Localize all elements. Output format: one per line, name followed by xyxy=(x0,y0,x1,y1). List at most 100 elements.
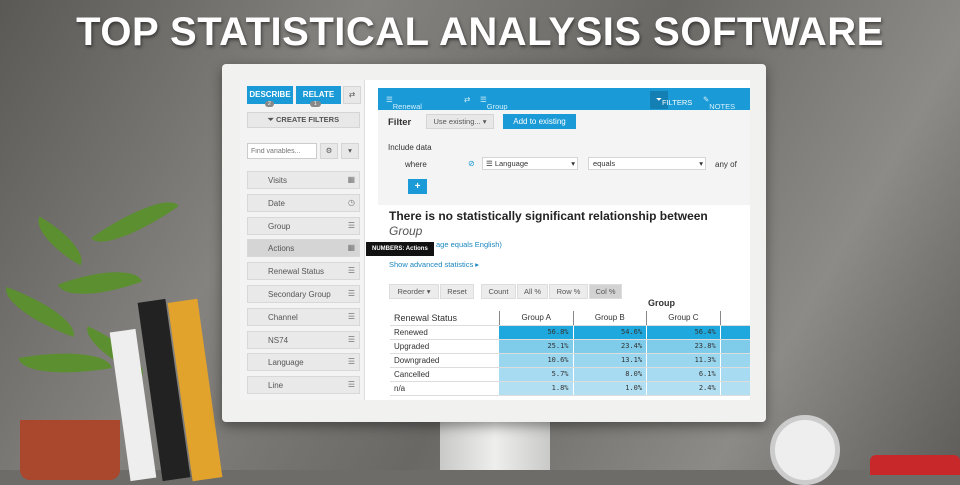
variable-item[interactable]: Actions ▦ xyxy=(247,239,360,258)
operator-select-value: equals xyxy=(593,159,616,168)
variable-item[interactable]: Secondary Group ☰ xyxy=(247,285,360,303)
operator-select[interactable]: equals ▾ xyxy=(588,157,706,170)
row-variable-chip[interactable]: ☰ Renewal Status xyxy=(386,95,422,120)
add-to-existing-button[interactable]: Add to existing xyxy=(503,114,576,129)
toolbar-button-col[interactable]: Col % xyxy=(589,284,622,299)
categorical-icon: ☰ xyxy=(347,266,355,276)
toolbar-button-row[interactable]: Row % xyxy=(549,284,588,299)
row-header[interactable]: Renewal Status xyxy=(390,311,500,326)
toolbar-button-reorder[interactable]: Reorder ▾ xyxy=(389,284,439,299)
variable-label: Date xyxy=(268,198,285,208)
toolbar-button-count[interactable]: Count xyxy=(481,284,516,299)
advanced-link-label: Show advanced statistics xyxy=(389,260,474,269)
variable-label: Renewal Status xyxy=(268,267,325,277)
column-header[interactable]: Group B xyxy=(572,311,648,326)
variable-select-value: Language xyxy=(494,159,529,168)
cell-value: 6.1% xyxy=(646,367,721,382)
create-filters-button[interactable]: ⏷ CREATE FILTERS xyxy=(247,112,360,128)
table-row: n/a 1.8% 1.0% 2.4% xyxy=(390,381,750,396)
numeric-icon: ▦ xyxy=(347,243,355,253)
dropdown-chevron-icon[interactable]: ▾ xyxy=(341,143,359,159)
alarm-clock xyxy=(770,415,840,485)
settings-gear-icon[interactable]: ⚙ xyxy=(320,143,338,159)
variable-label: NS74 xyxy=(268,335,289,345)
filters-tab[interactable]: ⏷ FILTERS xyxy=(650,91,692,109)
numeric-icon: ▦ xyxy=(347,175,355,184)
categorical-icon: ☰ xyxy=(347,289,355,298)
cell-value: 54.6% xyxy=(573,325,648,340)
filter-summary-text: age equals English) xyxy=(436,240,502,249)
cell-value: 25.1% xyxy=(499,339,574,354)
result-heading: There is no statistically significant re… xyxy=(389,209,708,223)
add-condition-button[interactable]: + xyxy=(408,179,427,194)
describe-badge: 2 xyxy=(265,101,274,107)
variable-label: Actions xyxy=(268,244,295,254)
variable-item[interactable]: Language ☰ xyxy=(247,353,360,372)
swap-axes-icon[interactable]: ⇄ xyxy=(464,95,470,104)
toolbar-button-all[interactable]: All % xyxy=(517,284,548,299)
filter-label: Filter xyxy=(388,117,412,128)
result-heading-variable: Group xyxy=(389,224,423,238)
banner-title: TOP STATISTICAL ANALYSIS SOFTWARE xyxy=(76,10,884,54)
variable-item[interactable]: Visits ▦ xyxy=(247,171,360,189)
any-of-label: any of xyxy=(715,160,737,169)
cell-value: 1.0% xyxy=(573,381,648,396)
variable-item[interactable]: Renewal Status ☰ xyxy=(247,262,360,281)
table-row: Cancelled 5.7% 8.0% 6.1% xyxy=(390,367,750,382)
cell-value: 2.4% xyxy=(646,381,721,396)
select-chevron-icon: ▾ xyxy=(699,159,703,168)
categorical-icon: ☰ xyxy=(347,357,355,367)
cell-value: 56.8% xyxy=(499,325,574,340)
column-variable-chip[interactable]: ☰ Group xyxy=(480,95,508,111)
variable-item[interactable]: Line ☰ xyxy=(247,376,360,395)
column-header[interactable]: Group A xyxy=(498,311,574,326)
cell-value: 10.6% xyxy=(499,353,574,368)
filters-label: FILTERS xyxy=(662,98,693,107)
variable-item[interactable]: NS74 ☰ xyxy=(247,330,360,349)
use-existing-label: Use existing... xyxy=(433,117,481,126)
find-variables-input[interactable] xyxy=(247,143,317,159)
variable-item[interactable]: Date ◷ xyxy=(247,193,360,212)
variable-item[interactable]: Channel ☰ xyxy=(247,307,360,326)
row-label: n/a xyxy=(390,381,500,396)
variable-label: Visits xyxy=(268,176,287,185)
variable-label: Language xyxy=(268,358,304,368)
show-advanced-statistics-link[interactable]: Show advanced statistics ▸ xyxy=(389,260,479,269)
monitor-stand xyxy=(440,422,550,470)
categorical-icon: ☰ xyxy=(347,220,355,230)
red-cup xyxy=(870,455,960,475)
variable-label: Line xyxy=(268,381,284,391)
toolbar-button-reset[interactable]: Reset xyxy=(440,284,474,299)
variable-item[interactable]: Group ☰ xyxy=(247,216,360,235)
cell-value: 56.4% xyxy=(646,325,721,340)
table-header-row: Renewal Status Group A Group B Group C xyxy=(390,311,750,326)
categorical-icon: ☰ xyxy=(347,334,355,344)
categorical-icon: ☰ xyxy=(347,380,355,390)
cell-value: 23.8% xyxy=(646,339,721,354)
swap-icon[interactable]: ⇄ xyxy=(343,86,361,104)
clock-icon: ◷ xyxy=(348,197,355,207)
filter-icon: ⏷ xyxy=(267,115,277,124)
variable-label: Secondary Group xyxy=(268,290,331,299)
app-screen: DESCRIBE 2 RELATE 1 ⇄ ⏷ CREATE FILTERS ⚙… xyxy=(240,80,750,400)
cell-value: 23.4% xyxy=(573,339,648,354)
check-circle-icon: ⊘ xyxy=(468,159,475,168)
notes-tab[interactable]: ✎ NOTES xyxy=(703,95,735,111)
cell-value: 8.0% xyxy=(573,367,648,382)
variable-select[interactable]: ☰ Language ▾ xyxy=(482,157,578,170)
use-existing-dropdown[interactable]: Use existing... ▾ xyxy=(426,114,494,129)
categorical-icon: ☰ xyxy=(347,311,355,321)
table-row: Downgraded 10.6% 13.1% 11.3% xyxy=(390,353,750,368)
filter-panel: Filter Use existing... ▾ Add to existing… xyxy=(378,110,750,205)
analysis-header: ☰ Renewal Status ⇄ ☰ Group ⏷ FILTERS ✎ N… xyxy=(378,88,750,120)
row-label: Renewed xyxy=(390,325,500,340)
cell-value: 13.1% xyxy=(573,353,648,368)
create-filters-label: CREATE FILTERS xyxy=(276,115,340,124)
cell-value: 1.8% xyxy=(499,381,574,396)
crosstab-table: Renewal Status Group A Group B Group C Renew… xyxy=(390,311,750,396)
sidebar: DESCRIBE 2 RELATE 1 ⇄ ⏷ CREATE FILTERS ⚙… xyxy=(240,80,365,400)
row-label: Downgraded xyxy=(390,353,500,368)
relate-badge: 1 xyxy=(310,101,321,107)
row-label: Cancelled xyxy=(390,367,500,382)
column-header[interactable]: Group C xyxy=(646,311,721,326)
